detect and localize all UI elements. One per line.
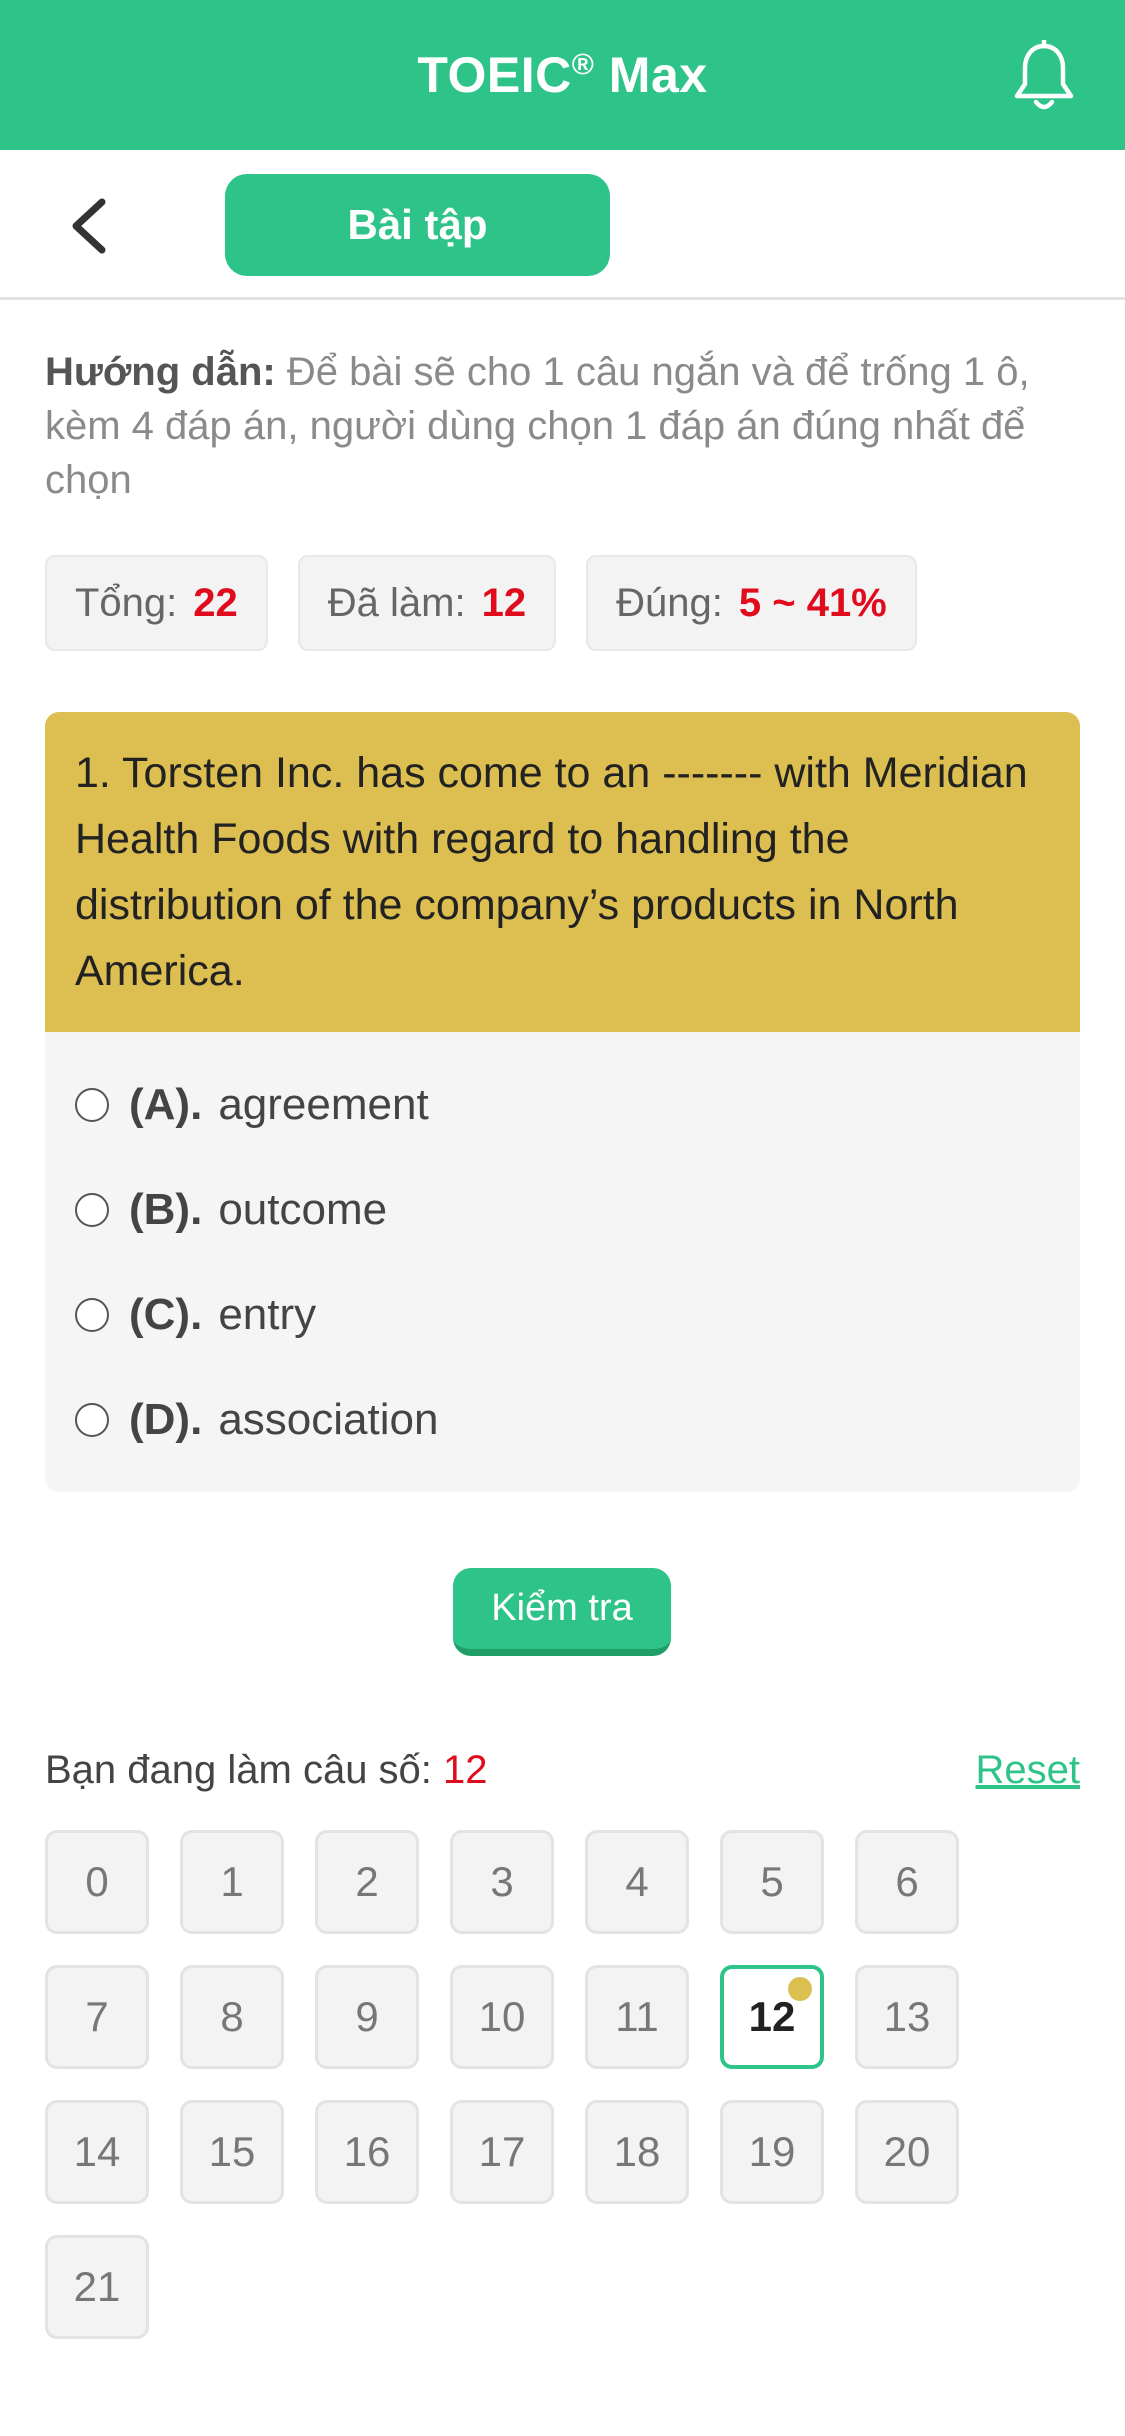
option-b[interactable]: (B). outcome xyxy=(75,1157,1050,1262)
radio-button[interactable] xyxy=(75,1087,109,1122)
question-text: 1. Torsten Inc. has come to an ------- w… xyxy=(45,712,1080,1032)
app-header: TOEIC® Max xyxy=(0,0,1125,150)
question-number-19[interactable]: 19 xyxy=(720,2100,824,2204)
question-number-21[interactable]: 21 xyxy=(45,2235,149,2339)
radio-button[interactable] xyxy=(75,1402,109,1437)
stat-total: Tổng: 22 xyxy=(45,555,268,651)
option-d[interactable]: (D). association xyxy=(75,1367,1050,1472)
question-number-4[interactable]: 4 xyxy=(585,1830,689,1934)
radio-button[interactable] xyxy=(75,1192,109,1227)
chevron-left-icon[interactable] xyxy=(66,196,114,256)
option-a[interactable]: (A). agreement xyxy=(75,1052,1050,1157)
question-number-10[interactable]: 10 xyxy=(450,1965,554,2069)
stat-done: Đã làm: 12 xyxy=(297,555,557,651)
instructions: Hướng dẫn: Để bài sẽ cho 1 câu ngắn và đ… xyxy=(45,345,1085,507)
question-number-5[interactable]: 5 xyxy=(720,1830,824,1934)
stats-row: Tổng: 22 Đã làm: 12 Đúng: 5 ~ 41% xyxy=(45,555,917,651)
question-number-18[interactable]: 18 xyxy=(585,2100,689,2204)
question-number-14[interactable]: 14 xyxy=(45,2100,149,2204)
question-number-16[interactable]: 16 xyxy=(315,2100,419,2204)
radio-button[interactable] xyxy=(75,1297,109,1332)
check-button[interactable]: Kiểm tra xyxy=(453,1568,671,1656)
question-number-13[interactable]: 13 xyxy=(855,1965,959,2069)
stat-correct: Đúng: 5 ~ 41% xyxy=(586,555,917,651)
app-title: TOEIC® Max xyxy=(417,47,708,103)
tab-exercises[interactable]: Bài tập xyxy=(225,174,610,276)
sub-navigation: Bài tập xyxy=(0,150,1125,300)
question-number-8[interactable]: 8 xyxy=(180,1965,284,2069)
question-number-6[interactable]: 6 xyxy=(855,1830,959,1934)
instructions-label: Hướng dẫn: xyxy=(45,350,276,394)
question-number-15[interactable]: 15 xyxy=(180,2100,284,2204)
question-number-1[interactable]: 1 xyxy=(180,1830,284,1934)
question-card: 1. Torsten Inc. has come to an ------- w… xyxy=(45,712,1080,1492)
question-number-9[interactable]: 9 xyxy=(315,1965,419,2069)
question-number-2[interactable]: 2 xyxy=(315,1830,419,1934)
reset-link[interactable]: Reset xyxy=(976,1748,1081,1793)
bell-icon[interactable] xyxy=(1011,40,1077,112)
question-number-17[interactable]: 17 xyxy=(450,2100,554,2204)
question-number-3[interactable]: 3 xyxy=(450,1830,554,1934)
question-number-20[interactable]: 20 xyxy=(855,2100,959,2204)
option-c[interactable]: (C). entry xyxy=(75,1262,1050,1367)
answer-options: (A). agreement (B). outcome (C). entry (D).… xyxy=(45,1032,1080,1492)
current-indicator-dot xyxy=(788,1977,812,2001)
question-number-11[interactable]: 11 xyxy=(585,1965,689,2069)
question-number-0[interactable]: 0 xyxy=(45,1830,149,1934)
question-number-12[interactable]: 12 xyxy=(720,1965,824,2069)
current-question: Bạn đang làm câu số: 12 xyxy=(45,1748,488,1792)
question-number-7[interactable]: 7 xyxy=(45,1965,149,2069)
